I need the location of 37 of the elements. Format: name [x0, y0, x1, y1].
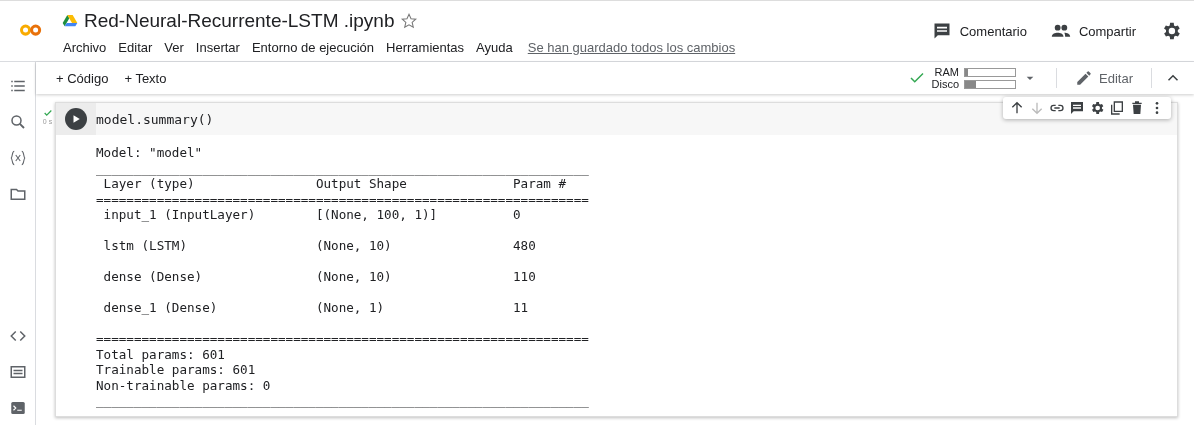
share-button[interactable]: Compartir — [1050, 21, 1136, 41]
meter-label: Disco — [931, 78, 960, 90]
code-line[interactable]: model.summary() — [96, 103, 214, 135]
terminal-icon[interactable] — [8, 399, 27, 417]
meter-label: RAM — [933, 66, 960, 78]
settings-icon[interactable] — [1089, 100, 1105, 116]
keyboard-icon[interactable] — [8, 363, 27, 381]
add-button[interactable]: + Texto — [118, 66, 173, 90]
edit-button[interactable]: Editar — [1069, 65, 1139, 91]
cell-output: Model: "model" _________________________________________________________________ Layer (type) Output Shape Param # ================================================================= input_1 (InputLayer) [(None, 100, 1)] 0 lstm (LSTM) (None, 10) 480 dense (Dense) (None, 10) 110 dense_1 (Dense) (None, 1) 11 ================================================================= Total params: 601 Trainable params: 601 Non-trainable params: 0 _________________________________________________________________ — [96, 145, 590, 409]
menu-item[interactable]: Ver — [163, 40, 185, 55]
pencil-icon — [1075, 69, 1094, 87]
usage-meter — [964, 67, 1017, 77]
variables-icon[interactable] — [8, 149, 27, 167]
menu-item[interactable]: Archivo — [62, 40, 108, 55]
check-icon — [42, 108, 53, 118]
menu-item[interactable]: Entorno de ejecución — [250, 40, 376, 55]
comment-icon — [931, 21, 952, 41]
star-icon[interactable] — [400, 12, 419, 30]
menu-item[interactable]: Editar — [117, 40, 154, 55]
comment-icon[interactable] — [1069, 100, 1085, 116]
menu-item[interactable]: Insertar — [194, 40, 241, 55]
up-arrow-icon[interactable] — [1009, 100, 1025, 116]
mirror-cell-icon[interactable] — [1109, 100, 1125, 116]
menu-item[interactable]: Ayuda — [475, 40, 514, 55]
save-status-link[interactable]: Se han guardado todos los cambios — [526, 40, 737, 55]
drive-icon — [62, 13, 78, 29]
comment-button[interactable]: Comentario — [931, 21, 1027, 41]
resources-button[interactable]: RAM Disco — [901, 66, 1045, 90]
notebook-title[interactable]: Red-Neural-Recurrente-LSTM .ipynb — [84, 10, 395, 32]
play-icon — [71, 114, 81, 124]
usage-meter — [964, 79, 1017, 89]
delete-icon[interactable] — [1129, 100, 1145, 116]
add-button[interactable]: + Código — [50, 66, 115, 90]
menu-item[interactable]: Herramientas — [385, 40, 466, 55]
search-icon[interactable] — [8, 113, 27, 131]
run-button[interactable] — [65, 108, 87, 130]
